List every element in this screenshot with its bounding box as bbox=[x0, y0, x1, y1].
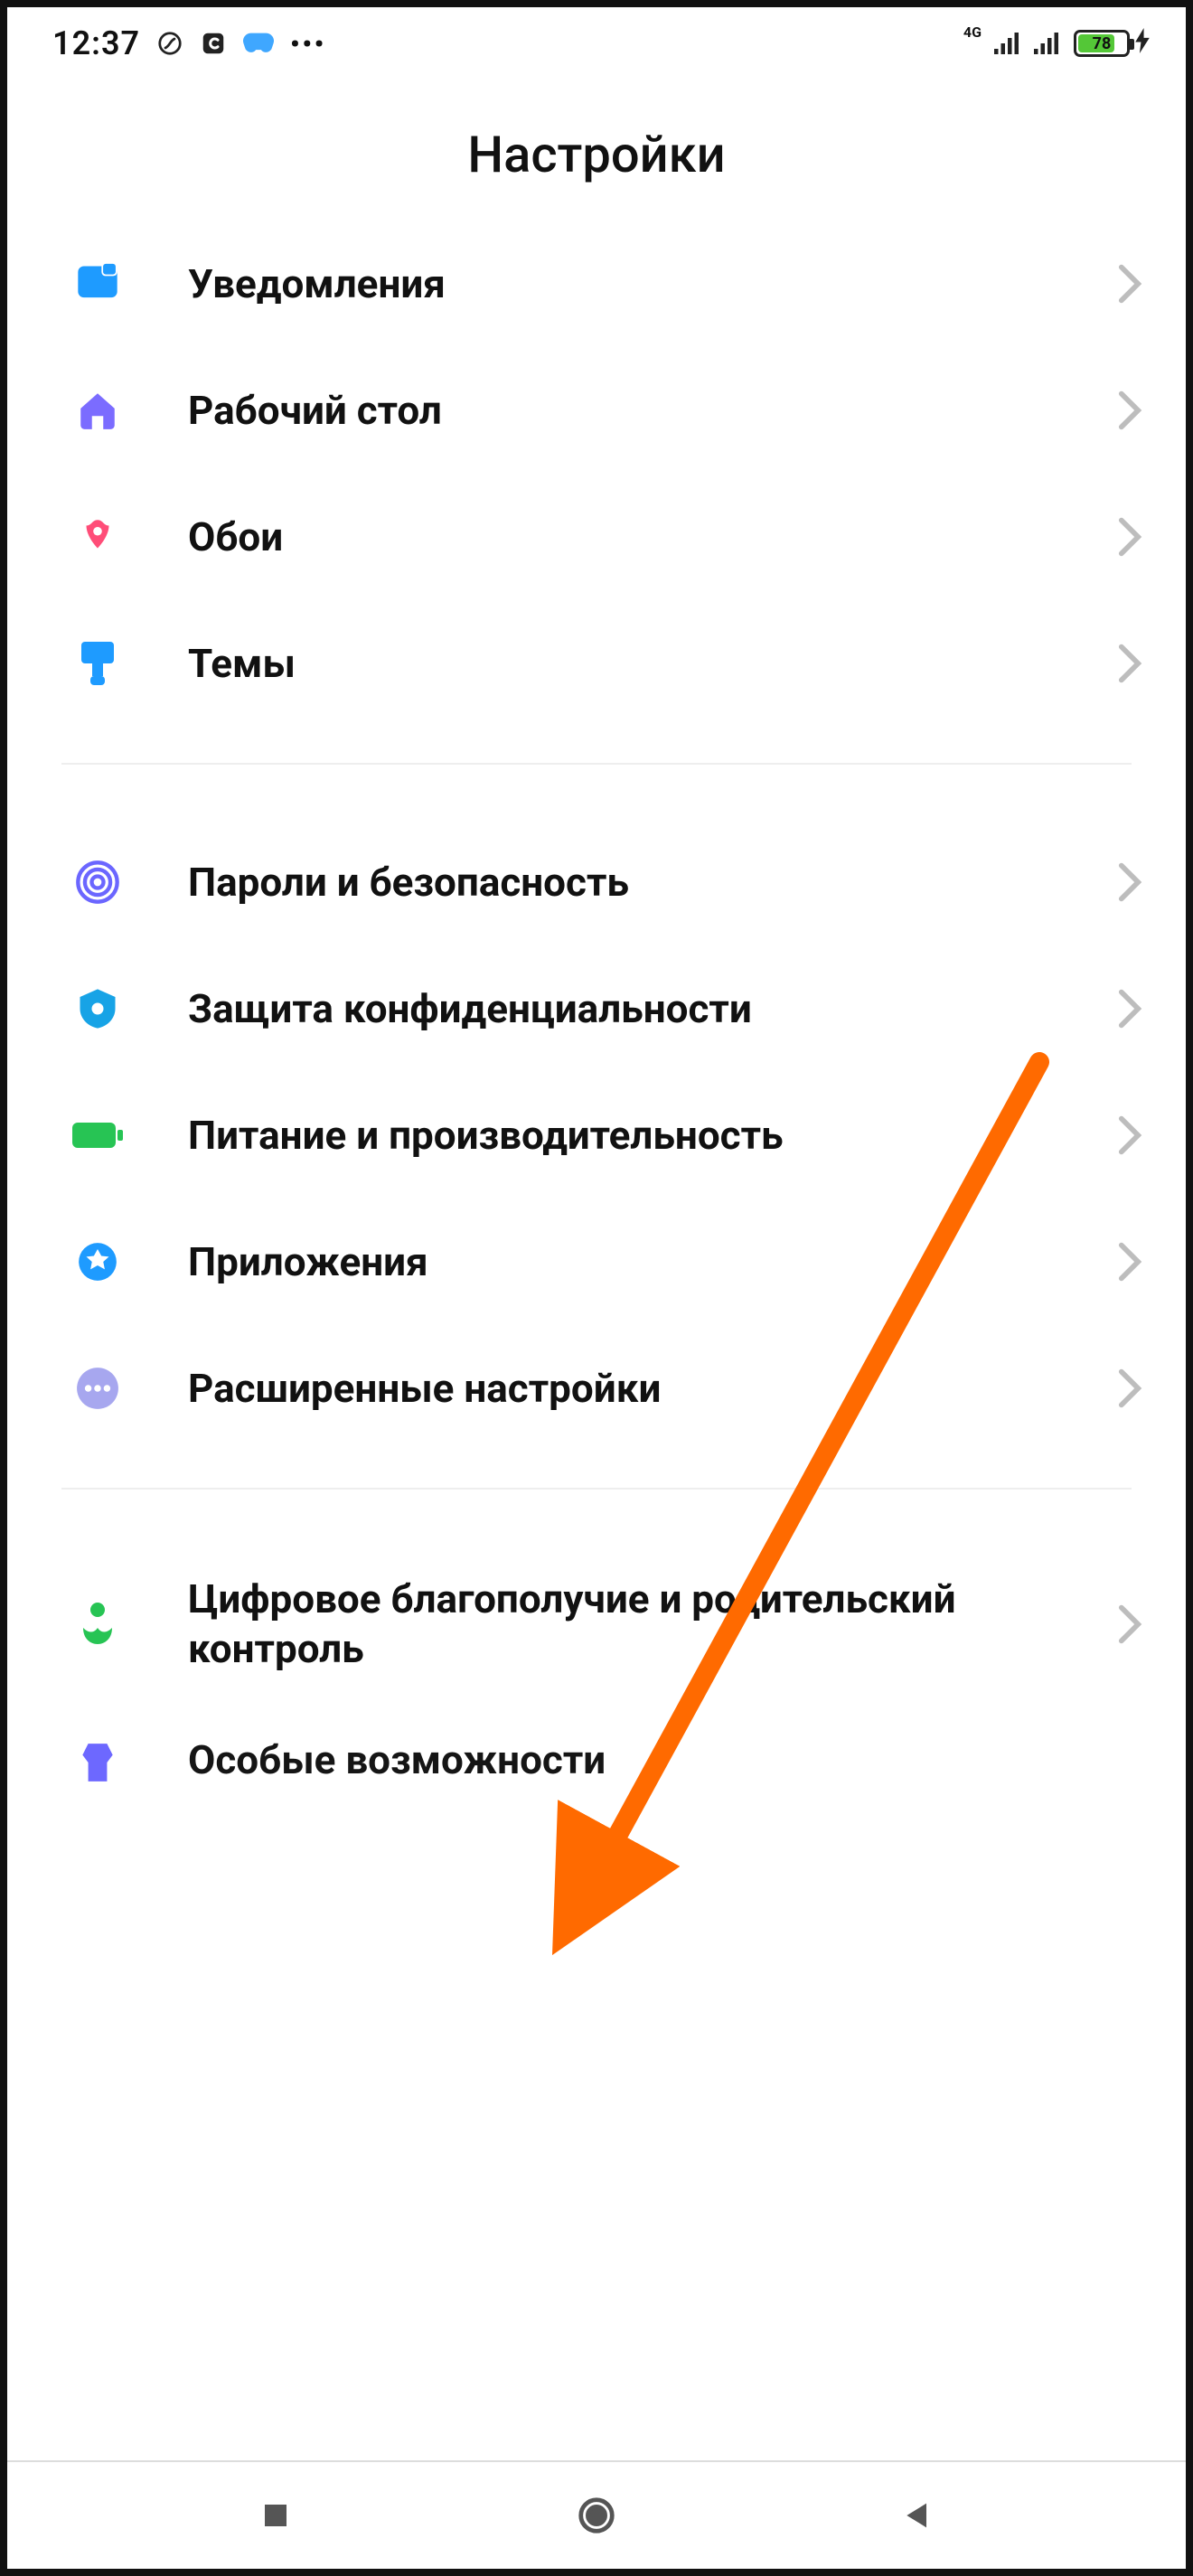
notifications-icon bbox=[70, 257, 125, 311]
settings-row-label: Темы bbox=[188, 639, 1117, 689]
settings-row-label: Приложения bbox=[188, 1237, 1117, 1287]
settings-row-digital-wellbeing[interactable]: Цифровое благополучие и родительский кон… bbox=[7, 1544, 1186, 1705]
settings-row-label: Пароли и безопасность bbox=[188, 858, 1117, 907]
app-c-icon bbox=[200, 30, 227, 57]
settings-row-privacy[interactable]: Защита конфиденциальности bbox=[7, 945, 1186, 1072]
settings-row-apps[interactable]: Приложения bbox=[7, 1199, 1186, 1325]
settings-row-notifications[interactable]: Уведомления bbox=[7, 221, 1186, 347]
settings-list: Уведомления Рабочий стол Обои Темы bbox=[7, 221, 1186, 2460]
themes-icon bbox=[70, 636, 125, 691]
settings-row-themes[interactable]: Темы bbox=[7, 600, 1186, 727]
settings-row-home-screen[interactable]: Рабочий стол bbox=[7, 347, 1186, 474]
settings-row-label: Защита конфиденциальности bbox=[188, 984, 1117, 1034]
battery-percent: 78 bbox=[1076, 34, 1127, 53]
status-bar: 12:37 ••• 4G 78 bbox=[7, 7, 1186, 80]
status-clock: 12:37 bbox=[52, 24, 140, 62]
settings-row-label: Расширенные настройки bbox=[188, 1364, 1117, 1414]
chevron-right-icon bbox=[1117, 861, 1142, 903]
settings-row-battery-perf[interactable]: Питание и производительность bbox=[7, 1072, 1186, 1199]
battery-icon bbox=[70, 1108, 125, 1162]
chevron-right-icon bbox=[1117, 643, 1142, 684]
game-icon bbox=[243, 30, 274, 57]
signal-2-icon bbox=[1034, 32, 1061, 55]
accessibility-icon bbox=[70, 1735, 125, 1790]
charging-icon bbox=[1135, 28, 1150, 60]
wallpaper-icon bbox=[70, 510, 125, 564]
settings-row-label: Рабочий стол bbox=[188, 386, 1117, 436]
more-icon bbox=[70, 1361, 125, 1415]
apps-icon bbox=[70, 1235, 125, 1289]
nav-recent-button[interactable] bbox=[249, 2488, 303, 2543]
chevron-right-icon bbox=[1117, 1603, 1142, 1645]
nav-home-button[interactable] bbox=[569, 2488, 624, 2543]
fingerprint-icon bbox=[70, 855, 125, 909]
privacy-icon bbox=[70, 982, 125, 1036]
settings-row-label: Особые возможности bbox=[188, 1735, 1142, 1785]
group-separator bbox=[61, 1488, 1132, 1490]
network-type-label: 4G bbox=[963, 25, 982, 40]
dnd-icon bbox=[156, 30, 183, 57]
more-notifications-icon: ••• bbox=[290, 29, 326, 59]
chevron-right-icon bbox=[1117, 263, 1142, 305]
home-icon bbox=[70, 383, 125, 437]
chevron-right-icon bbox=[1117, 1114, 1142, 1156]
nav-back-button[interactable] bbox=[890, 2488, 944, 2543]
chevron-right-icon bbox=[1117, 516, 1142, 558]
settings-row-accessibility[interactable]: Особые возможности bbox=[7, 1705, 1186, 1790]
settings-row-label: Питание и производительность bbox=[188, 1111, 1117, 1161]
chevron-right-icon bbox=[1117, 390, 1142, 431]
chevron-right-icon bbox=[1117, 1368, 1142, 1409]
settings-row-label: Уведомления bbox=[188, 259, 1117, 309]
chevron-right-icon bbox=[1117, 1241, 1142, 1283]
page-title: Настройки bbox=[7, 80, 1186, 221]
wellbeing-icon bbox=[70, 1597, 125, 1651]
battery-indicator: 78 bbox=[1074, 28, 1150, 60]
group-separator bbox=[61, 763, 1132, 765]
settings-row-wallpaper[interactable]: Обои bbox=[7, 474, 1186, 600]
chevron-right-icon bbox=[1117, 988, 1142, 1029]
signal-1-icon bbox=[994, 32, 1021, 55]
navigation-bar bbox=[7, 2460, 1186, 2569]
settings-row-label: Цифровое благополучие и родительский кон… bbox=[188, 1575, 1117, 1674]
settings-row-advanced[interactable]: Расширенные настройки bbox=[7, 1325, 1186, 1452]
settings-row-label: Обои bbox=[188, 512, 1117, 562]
settings-row-passwords-security[interactable]: Пароли и безопасность bbox=[7, 819, 1186, 945]
